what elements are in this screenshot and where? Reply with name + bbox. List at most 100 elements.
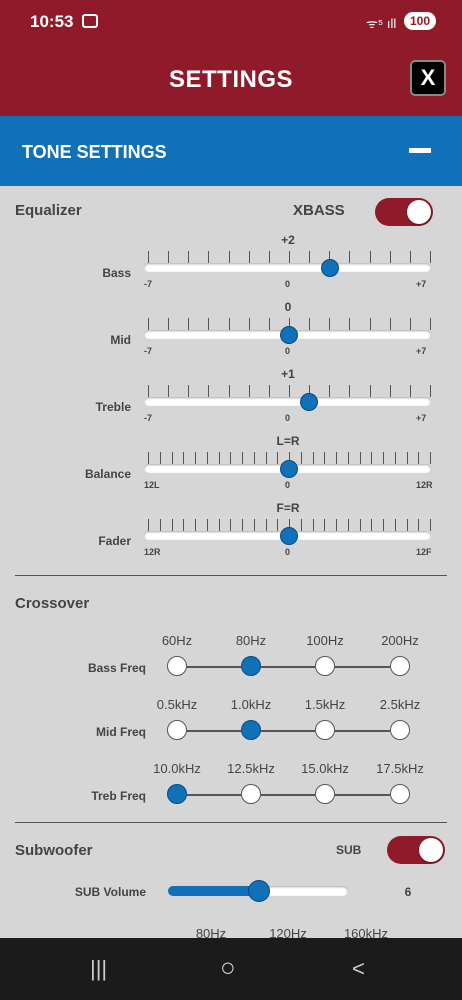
tick-mark <box>349 318 351 330</box>
tick-mark <box>369 385 371 397</box>
slider-thumb[interactable] <box>279 326 298 344</box>
recents-button[interactable]: ||| <box>90 956 107 982</box>
tick-mark <box>218 519 220 531</box>
back-button[interactable]: < <box>352 956 365 982</box>
tick-mark <box>183 452 185 464</box>
tick-mark <box>148 452 149 464</box>
tick-mark <box>300 519 302 531</box>
status-bar: 10:53 ᯤ⁵ ıll 100 <box>0 0 462 44</box>
crossover-radio[interactable] <box>315 784 335 804</box>
divider <box>15 822 447 823</box>
subwoofer-title: Subwoofer <box>15 842 93 859</box>
slider-min-label: -7 <box>144 279 153 289</box>
slider-thumb[interactable] <box>279 527 298 545</box>
tick-mark <box>248 251 250 263</box>
xbass-toggle[interactable] <box>375 198 433 226</box>
crossover-radio[interactable] <box>241 656 261 676</box>
crossover-option-label: 1.5kHz <box>304 697 346 712</box>
crossover-option-label: 80Hz <box>235 633 267 648</box>
tick-mark <box>168 251 170 263</box>
radio-connector <box>187 794 241 796</box>
tick-mark <box>312 452 314 464</box>
slider-min-label: 12L <box>144 480 160 490</box>
tick-mark <box>148 318 149 330</box>
tick-mark <box>394 452 396 464</box>
tick-mark <box>406 452 408 464</box>
crossover-radio[interactable] <box>167 720 187 740</box>
crossover-radio[interactable] <box>390 656 410 676</box>
crossover-label: Bass Freq <box>87 661 146 675</box>
slider-label: Bass <box>102 266 131 280</box>
crossover-radio[interactable] <box>167 784 187 804</box>
tick-mark <box>188 385 190 397</box>
slider-thumb[interactable] <box>279 460 298 478</box>
tone-settings-header[interactable]: TONE SETTINGS <box>0 116 462 186</box>
sub-label: SUB <box>336 843 362 857</box>
slider-max-label: +7 <box>416 413 427 423</box>
crossover-title: Crossover <box>15 595 90 612</box>
slider-label: Fader <box>98 534 131 548</box>
slider-thumb[interactable] <box>320 259 339 277</box>
radio-connector <box>187 730 241 732</box>
crossover-radio[interactable] <box>167 656 187 676</box>
tick-mark <box>369 251 371 263</box>
tick-mark <box>300 452 302 464</box>
tick-mark <box>148 251 149 263</box>
tick-mark <box>148 385 149 397</box>
tick-mark <box>242 519 243 531</box>
tick-mark <box>336 452 337 464</box>
crossover-radio[interactable] <box>315 656 335 676</box>
collapse-icon[interactable] <box>409 148 431 153</box>
radio-connector <box>335 666 390 668</box>
tick-mark <box>195 452 196 464</box>
system-nav-bar: ||| ○ < <box>0 938 462 1000</box>
toggle-knob <box>419 838 443 862</box>
slider-track[interactable] <box>144 263 431 272</box>
status-time: 10:53 <box>30 12 74 31</box>
tick-mark <box>312 519 314 531</box>
tick-mark <box>206 519 208 531</box>
slider-value: 0 <box>284 300 292 314</box>
crossover-label: Mid Freq <box>96 725 146 739</box>
tick-mark <box>409 251 411 263</box>
slider-label: Mid <box>110 333 131 347</box>
crossover-option-label: 15.0kHz <box>301 761 349 776</box>
sub-volume-label: SUB Volume <box>74 885 146 899</box>
tick-mark <box>159 452 161 464</box>
crossover-option-label: 100Hz <box>306 633 344 648</box>
radio-connector <box>335 730 390 732</box>
tick-mark <box>148 519 149 531</box>
slider-min-label: 12R <box>144 547 161 557</box>
divider <box>15 575 447 576</box>
tick-mark <box>359 452 361 464</box>
tick-mark <box>248 385 250 397</box>
crossover-radio[interactable] <box>390 784 410 804</box>
sub-toggle[interactable] <box>387 836 445 864</box>
tick-mark <box>369 318 371 330</box>
tick-mark <box>406 519 408 531</box>
crossover-radio[interactable] <box>241 720 261 740</box>
slider-max-label: 12F <box>416 547 432 557</box>
slider-min-label: -7 <box>144 413 153 423</box>
radio-connector <box>335 794 390 796</box>
sub-volume-thumb[interactable] <box>248 880 270 902</box>
tick-mark <box>248 318 250 330</box>
crossover-radio[interactable] <box>315 720 335 740</box>
tick-mark <box>347 519 349 531</box>
page-title: SETTINGS <box>168 66 293 93</box>
slider-thumb[interactable] <box>299 393 318 411</box>
tick-mark <box>336 519 337 531</box>
sub-volume-value: 6 <box>404 885 412 899</box>
equalizer-title: Equalizer <box>15 202 82 219</box>
tick-mark <box>228 385 230 397</box>
crossover-radio[interactable] <box>390 720 410 740</box>
xbass-label: XBASS <box>293 202 345 219</box>
home-button[interactable]: ○ <box>220 952 236 983</box>
crossover-option-label: 10.0kHz <box>153 761 201 776</box>
slider-value: F=R <box>276 501 300 515</box>
tick-mark <box>289 385 290 397</box>
crossover-radio[interactable] <box>241 784 261 804</box>
close-button[interactable]: X <box>410 60 446 96</box>
tick-mark <box>389 318 391 330</box>
slider-track[interactable] <box>144 397 431 406</box>
